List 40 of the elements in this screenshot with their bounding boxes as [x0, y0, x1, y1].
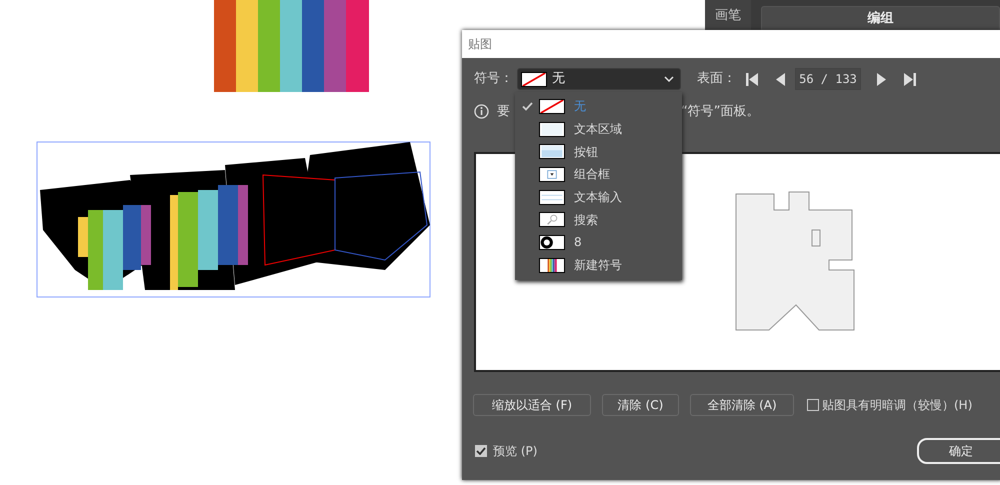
symbol-thumbnail-icon [539, 122, 565, 137]
dialog-button[interactable]: 缩放以适合 (F) [473, 394, 591, 416]
dialog-button[interactable]: 清除 (C) [602, 394, 679, 416]
menu-item[interactable]: 搜索 [515, 208, 682, 232]
dialog-button[interactable]: 全部清除 (A) [690, 394, 794, 416]
menu-item[interactable]: 新建符号 [515, 254, 682, 276]
check-icon [522, 102, 532, 111]
symbol-thumbnail-icon [539, 98, 565, 114]
symbol-thumbnail-icon [539, 258, 565, 273]
symbol-thumbnail-icon [539, 144, 565, 160]
ok-button[interactable]: 确定 [917, 438, 1000, 464]
next-icon[interactable] [877, 72, 886, 86]
page-field[interactable]: 56 / 133 [795, 68, 861, 90]
menu-item[interactable]: 文本区域 [515, 118, 682, 140]
menu-item[interactable]: 8 [515, 231, 682, 254]
dropdown-value: 无 [552, 70, 566, 88]
menu-item[interactable]: 组合框 [515, 163, 682, 186]
checkbox[interactable] [475, 445, 487, 457]
surface-label: 表面： [697, 70, 736, 88]
first-page-icon[interactable] [746, 72, 758, 86]
menu-item[interactable]: 文本输入 [515, 186, 682, 208]
symbol-thumbnail-icon [539, 234, 565, 250]
symbol-thumbnail-icon [539, 212, 565, 228]
symbol-dropdown[interactable]: 无 [517, 68, 681, 90]
info-text: “符号”面板。 [681, 103, 760, 121]
info-text: 要 [497, 103, 510, 121]
symbol-thumbnail-icon [539, 166, 565, 182]
info-icon [474, 104, 489, 120]
checkbox-label: 贴图具有明暗调（较慢）(H) [822, 397, 972, 414]
symbol-thumbnail-icon [539, 190, 565, 205]
checkbox-label: 预览 (P) [493, 443, 538, 460]
symbol-thumbnail-icon [521, 72, 547, 86]
last-page-icon[interactable] [904, 72, 916, 86]
symbol-label: 符号： [474, 70, 513, 88]
menu-item[interactable]: 按钮 [515, 140, 682, 164]
previous-icon[interactable] [776, 72, 785, 86]
checkbox[interactable] [807, 399, 819, 411]
group-button[interactable]: 编组 [761, 6, 1000, 32]
window-title: 贴图 [468, 37, 492, 51]
chevron-icon [664, 76, 674, 82]
